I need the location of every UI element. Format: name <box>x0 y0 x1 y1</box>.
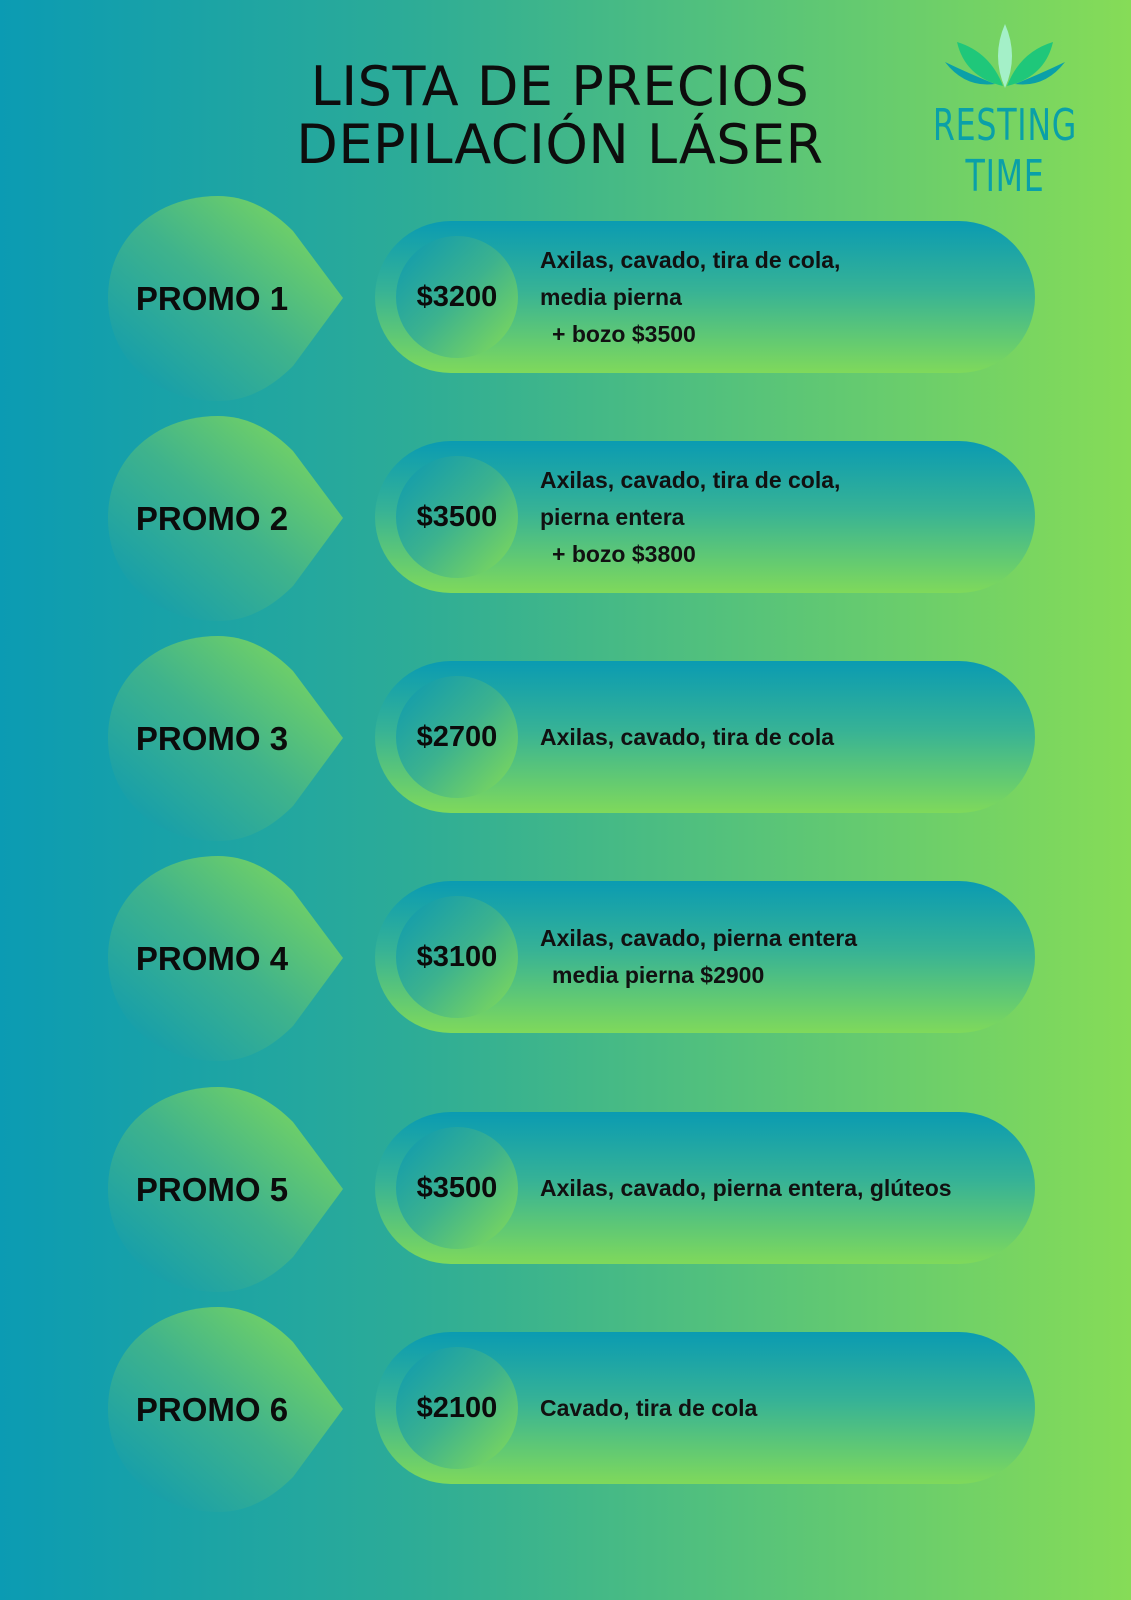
promo-label: PROMO 6 <box>135 1390 289 1428</box>
promo-badge: PROMO 6 <box>108 1307 348 1512</box>
promo-row: PROMO 3 $2700 Axilas, cavado, tira de co… <box>0 636 1131 841</box>
promo-description-line: Axilas, cavado, tira de cola <box>540 723 835 750</box>
promo-row: PROMO 4 $3100 Axilas, cavado, pierna ent… <box>0 856 1131 1061</box>
price-circle: $3200 <box>396 236 518 358</box>
promo-description: Axilas, cavado, tira de cola <box>540 661 1020 813</box>
promo-extra: media pierna $2900 <box>552 962 765 988</box>
promo-description: Axilas, cavado, tira de cola, pierna ente… <box>540 441 1020 593</box>
promo-price: $3500 <box>416 500 498 533</box>
brand-name: RESTING TIME <box>932 100 1078 202</box>
promo-description-line: Cavado, tira de cola <box>540 1394 758 1421</box>
promo-label: PROMO 2 <box>135 499 289 537</box>
promo-extra: + bozo $3500 <box>552 320 696 347</box>
promo-row: PROMO 2 $3500 Axilas, cavado, tira de co… <box>0 416 1131 621</box>
promo-description-line: Axilas, cavado, tira de cola, <box>540 246 841 273</box>
promo-price: $2700 <box>416 720 498 753</box>
price-circle: $2100 <box>396 1347 518 1469</box>
promo-price-card: $3500 Axilas, cavado, tira de cola, piern… <box>375 441 1035 593</box>
promo-price-card: $2100 Cavado, tira de cola <box>375 1332 1035 1484</box>
promo-label: PROMO 4 <box>135 939 289 977</box>
price-circle: $3500 <box>396 456 518 578</box>
title-line-2: DEPILACIÓN LÁSER <box>296 113 824 176</box>
price-circle: $3100 <box>396 896 518 1018</box>
price-circle: $2700 <box>396 676 518 798</box>
promo-price-card: $2700 Axilas, cavado, tira de cola <box>375 661 1035 813</box>
promo-description-line: pierna entera <box>540 503 685 530</box>
promo-badge: PROMO 1 <box>108 196 348 401</box>
promo-description: Axilas, cavado, pierna entera, glúteos <box>540 1112 1020 1264</box>
price-circle: $3500 <box>396 1127 518 1249</box>
promo-price-card: $3100 Axilas, cavado, pierna entera media… <box>375 881 1035 1033</box>
promo-row: PROMO 6 $2100 Cavado, tira de cola <box>0 1307 1131 1512</box>
promo-description-line: Axilas, cavado, tira de cola, <box>540 466 841 493</box>
promo-price: $2100 <box>416 1391 498 1424</box>
promo-label: PROMO 3 <box>135 719 289 757</box>
promo-badge: PROMO 4 <box>108 856 348 1061</box>
promo-description-line: Axilas, cavado, pierna entera <box>540 925 858 951</box>
brand-logo: RESTING TIME <box>895 22 1115 202</box>
promo-description: Cavado, tira de cola <box>540 1332 1020 1484</box>
promo-description: Axilas, cavado, pierna entera media piern… <box>540 881 1020 1033</box>
promo-price: $3100 <box>416 940 498 973</box>
promo-badge: PROMO 2 <box>108 416 348 621</box>
promo-price-card: $3200 Axilas, cavado, tira de cola, media… <box>375 221 1035 373</box>
promo-badge: PROMO 3 <box>108 636 348 841</box>
promo-label: PROMO 1 <box>135 279 289 317</box>
promo-price: $3200 <box>416 280 498 313</box>
promo-description-line: Axilas, cavado, pierna entera, glúteos <box>540 1174 952 1201</box>
promo-label: PROMO 5 <box>135 1170 289 1208</box>
promo-price-card: $3500 Axilas, cavado, pierna entera, glú… <box>375 1112 1035 1264</box>
page-title: LISTA DE PRECIOS DEPILACIÓN LÁSER <box>240 58 880 174</box>
promo-description-line: media pierna <box>540 283 682 310</box>
title-line-1: LISTA DE PRECIOS <box>310 55 810 118</box>
lotus-leaves-icon <box>945 24 1065 88</box>
promo-price: $3500 <box>416 1171 498 1204</box>
promo-badge: PROMO 5 <box>108 1087 348 1292</box>
promo-extra: + bozo $3800 <box>552 540 696 567</box>
promo-description: Axilas, cavado, tira de cola, media piern… <box>540 221 1020 373</box>
promo-row: PROMO 1 $3200 Axilas, cavado, tira de co… <box>0 196 1131 401</box>
promo-row: PROMO 5 $3500 Axilas, cavado, pierna ent… <box>0 1087 1131 1292</box>
